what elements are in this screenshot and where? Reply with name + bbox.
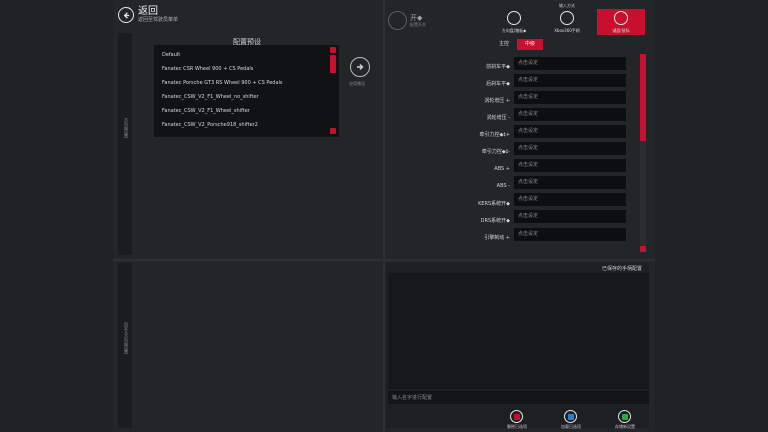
right-margin [655,0,768,432]
binding-field[interactable]: 点击设定 [514,159,626,172]
binding-field[interactable]: 点击设定 [514,57,626,70]
back-subtitle: 返回至驾驶员菜单 [138,17,179,23]
binding-label: 牵引力控◆‡+ [479,132,510,138]
custom-settings-side-label: 自定义方向盘设置 [124,322,129,354]
back-arrow-icon [118,7,134,23]
binding-label: 引擎制动 + [484,235,510,241]
apply-preset-label: 应用预设 [349,81,365,86]
binding-label: ABS + [494,166,510,172]
binding-field[interactable]: 点击设定 [514,210,626,223]
left-margin [0,0,113,432]
config-name-input[interactable] [388,391,649,404]
binding-field[interactable]: 点击设定 [514,74,626,87]
mode-label: 方向盘/踏板◆ [501,28,527,33]
binding-tabs: 主控 中级 [386,38,649,52]
wheel-settings-side-label: 方向盘设置 [124,118,129,138]
preset-item[interactable]: Fanatec_CSW_V2_F1_Wheel_shifter [162,108,250,114]
binding-label: 涡轮增压 + [484,98,510,104]
binding-label: 后刹车平◆ [486,81,510,87]
bindings-scrollbar[interactable] [640,54,646,252]
action-label: 删除已选项 [507,424,527,429]
wheel-settings-strip [118,33,132,255]
mode-keyboard-button[interactable]: 键盘/鼠标 [597,9,645,35]
load-selected-button[interactable]: 加载已选项 [554,408,588,430]
preset-item[interactable]: Fanatec_CSW_V2_F1_Wheel_no_shifter [162,94,259,100]
binding-field[interactable]: 点击设定 [514,142,626,155]
wheel-icon [507,11,521,25]
binding-label: 涡轮增压 - [486,115,510,121]
binding-label: ABS - [496,183,510,189]
load-icon [564,410,577,423]
save-new-button[interactable]: 存储新设置 [608,408,642,430]
preset-item[interactable]: Fanatec_CSW_V2_Porsche918_shifter2 [162,122,258,128]
preset-list: Default Fanatec CSR Wheel 900 + CS Pedal… [154,45,339,137]
back-button[interactable]: 返回 返回至驾驶员菜单 [118,7,178,23]
scroll-down-button[interactable] [330,128,336,134]
binding-label: KERS系统开◆ [478,201,510,207]
gamepad-icon [560,11,574,25]
mode-label: Xbox360手柄 [554,28,580,33]
save-icon [618,410,631,423]
preset-item[interactable]: Default [162,52,180,58]
saved-configs-title: 已保存的手柄配置 [602,266,643,272]
preset-item[interactable]: Fanatec CSR Wheel 900 + CS Pedals [162,66,253,72]
binding-field[interactable]: 点击设定 [514,176,626,189]
binding-field[interactable]: 点击设定 [514,228,626,241]
preset-scrollbar[interactable] [330,47,336,135]
scroll-thumb[interactable] [330,55,336,73]
binding-field[interactable]: 点击设定 [514,125,626,138]
mode-label: 键盘/鼠标 [612,28,630,33]
back-title: 返回 [138,6,158,17]
binding-label: DRS系统开◆ [480,218,510,224]
scroll-up-button[interactable] [330,47,336,53]
tab-intermediate[interactable]: 中级 [517,39,543,50]
binding-label: 前刹车平◆ [486,64,510,70]
scroll-thumb[interactable] [640,54,646,141]
delete-icon [510,410,523,423]
mode-xbox-button[interactable]: Xbox360手柄 [543,9,591,35]
action-label: 存储新设置 [615,424,635,429]
apply-preset-button[interactable] [350,57,370,77]
mode-wheel-button[interactable]: 方向盘/踏板◆ [490,9,538,35]
preset-item[interactable]: Fanatec Porsche GT3 RS Wheel 900 + CS Pe… [162,80,283,86]
binding-field[interactable]: 点击设定 [514,193,626,206]
steering-wheel-icon [388,11,407,30]
binding-field[interactable]: 点击设定 [514,108,626,121]
delete-selected-button[interactable]: 删除已选项 [500,408,534,430]
action-label: 加载已选项 [561,424,581,429]
arrow-right-icon [357,63,364,71]
binding-field[interactable]: 点击设定 [514,91,626,104]
tab-main[interactable]: 主控 [491,39,517,50]
vertical-divider [383,0,385,432]
saved-configs-list[interactable] [388,273,649,389]
mode-subtitle: 配置开关 [410,22,426,27]
keyboard-icon [614,11,628,25]
binding-label: 牵引力控◆‡- [481,149,510,155]
scroll-down-button[interactable] [640,246,646,252]
